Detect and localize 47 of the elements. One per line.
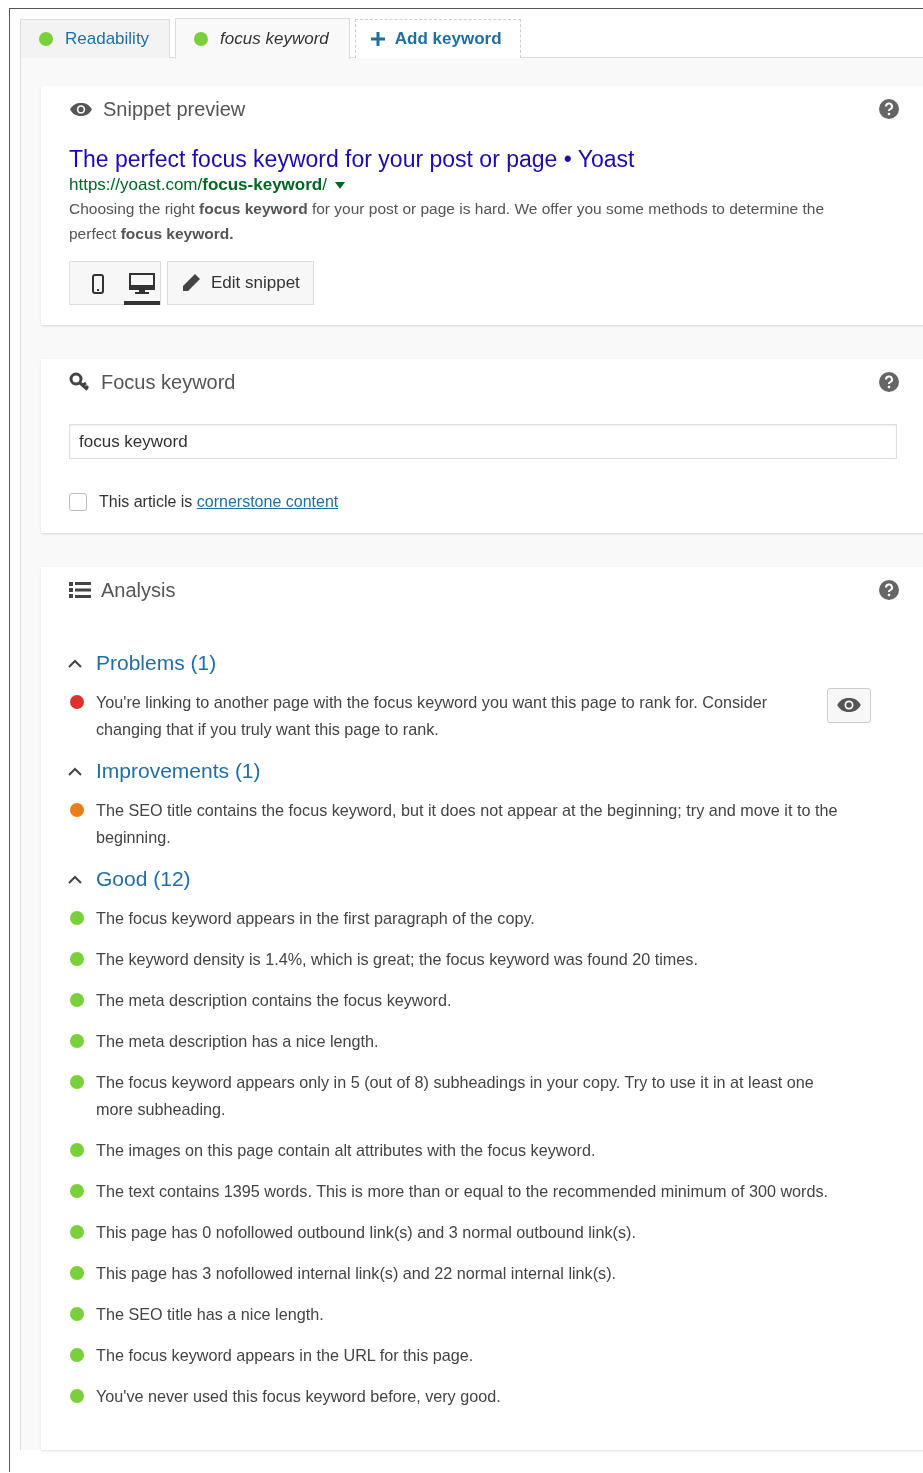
analysis-result: This page has 0 nofollowed outbound link(s) and 3 normal outbound link(s). — [96, 1222, 637, 1243]
group-heading[interactable]: Good (12) — [96, 867, 191, 891]
analysis-result: The SEO title contains the focus keyword, but it does not appear at the beginning; try and move it to the beginning. — [96, 800, 839, 848]
analysis-result: The focus keyword appears in the URL for this page. — [96, 1345, 475, 1366]
analysis-result: The meta description contains the focus keyword. — [96, 990, 453, 1011]
section-title: Snippet preview — [103, 97, 247, 121]
analysis-result: The images on this page contain alt attributes with the focus keyword. — [96, 1140, 597, 1161]
help-icon[interactable] — [879, 580, 899, 600]
key-icon — [69, 372, 91, 392]
analysis-result: You're linking to another page with the focus keyword you want this page to rank for. Consider changing that if you truly want this page to rank. — [96, 692, 769, 740]
analysis-result: The meta description has a nice length. — [96, 1031, 380, 1052]
caret-icon[interactable] — [334, 181, 345, 189]
snippet-url: https://yoast.com/focus-keyword/ — [69, 175, 327, 195]
group-heading[interactable]: Improvements (1) — [96, 759, 261, 783]
chevron-up-icon[interactable] — [68, 874, 82, 884]
chevron-up-icon[interactable] — [68, 766, 82, 776]
checkbox[interactable] — [69, 493, 87, 511]
chevron-up-icon[interactable] — [68, 658, 82, 668]
analysis-result: The focus keyword appears in the first paragraph of the copy. — [96, 908, 536, 929]
group-heading[interactable]: Problems (1) — [96, 651, 217, 675]
analysis-result: The focus keyword appears only in 5 (out of 8) subheadings in your copy. Try to use it in at least one more subheading. — [96, 1072, 815, 1120]
snippet-description: Choosing the right focus keyword for your post or page is hard. We offer you some methods to determine the perfect focus keyword. — [69, 199, 825, 244]
help-icon[interactable] — [879, 372, 899, 392]
eye-icon — [836, 697, 862, 714]
section-title: Focus keyword — [101, 370, 237, 394]
analysis-result: The text contains 1395 words. This is more than or equal to the recommended minimum of 300 words. — [96, 1181, 830, 1202]
monitor-icon — [129, 272, 155, 295]
eye-icon — [69, 101, 93, 117]
phone-icon — [92, 273, 104, 294]
tab[interactable]: Readability — [20, 19, 171, 58]
plus-icon — [370, 32, 385, 46]
focus-keyword-field[interactable]: focus keyword — [69, 424, 897, 459]
section-title: Analysis — [101, 578, 177, 602]
edit-snippet-button[interactable]: Edit snippet — [167, 261, 314, 305]
analysis-result: The keyword density is 1.4%, which is great; the focus keyword was found 20 times. — [96, 949, 699, 970]
help-icon[interactable] — [879, 99, 899, 119]
list-icon — [69, 581, 91, 599]
analysis-result: The SEO title has a nice length. — [96, 1304, 325, 1325]
marker-button[interactable] — [827, 688, 871, 723]
checkbox-label: This article is cornerstone content — [99, 493, 339, 511]
pencil-icon — [181, 273, 201, 293]
analysis-result: This page has 3 nofollowed internal link(s) and 22 normal internal link(s). — [96, 1263, 618, 1284]
analysis-result: You've never used this focus keyword before, very good. — [96, 1386, 502, 1407]
cornerstone-link[interactable]: cornerstone content — [196, 493, 339, 510]
tab[interactable]: focus keyword — [175, 18, 350, 59]
tab[interactable]: Add keyword — [354, 19, 521, 58]
seo-title[interactable]: The perfect focus keyword for your post or page • Yoast — [69, 146, 897, 173]
